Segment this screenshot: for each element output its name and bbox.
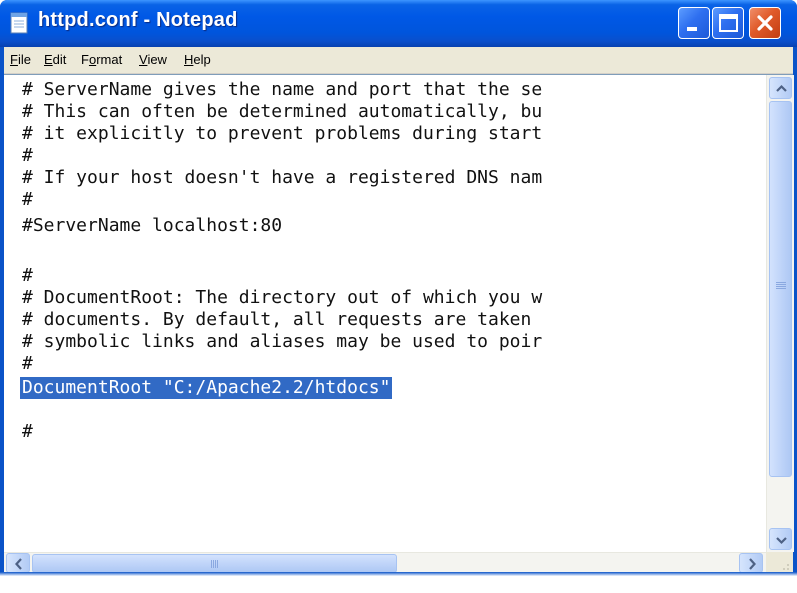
scroll-down-button[interactable] (769, 528, 792, 550)
text-line: # (22, 421, 33, 442)
text-content[interactable]: # ServerName gives the name and port tha… (4, 75, 766, 552)
minimize-icon (687, 27, 697, 31)
maximize-button[interactable] (712, 7, 744, 39)
selected-text-line[interactable]: DocumentRoot "C:/Apache2.2/htdocs" (20, 377, 393, 399)
text-line: # documents. By default, all requests ar… (22, 309, 532, 330)
editor-area[interactable]: # ServerName gives the name and port tha… (4, 74, 794, 574)
menu-bar: File Edit Format View Help (4, 47, 793, 74)
text-line: # (22, 265, 33, 286)
resize-grip-icon (783, 564, 789, 570)
close-icon (757, 15, 773, 31)
scroll-grip (211, 560, 212, 568)
arrow-down-icon (776, 537, 787, 545)
title-bar[interactable]: httpd.conf - Notepad (0, 0, 797, 47)
maximize-icon (719, 14, 738, 32)
text-line: # it explicitly to prevent problems duri… (22, 123, 543, 144)
notepad-icon[interactable] (8, 11, 30, 35)
text-line: # (22, 353, 33, 374)
arrow-right-icon (749, 558, 756, 570)
window-bottom-frame (0, 572, 797, 593)
minimize-button[interactable] (678, 7, 710, 39)
scroll-left-button[interactable] (6, 553, 30, 573)
menu-help[interactable]: Help (184, 52, 211, 67)
text-line: # If your host doesn't have a registered… (22, 167, 543, 188)
notepad-window: httpd.conf - Notepad File Edit Format Vi… (0, 0, 797, 593)
scroll-up-button[interactable] (769, 77, 792, 99)
text-line: # DocumentRoot: The directory out of whi… (22, 287, 543, 308)
scroll-right-button[interactable] (739, 553, 763, 573)
vertical-scroll-thumb[interactable] (769, 101, 792, 477)
window-title: httpd.conf - Notepad (38, 9, 238, 31)
text-line: # (22, 189, 33, 210)
vertical-scrollbar[interactable] (766, 75, 794, 552)
scroll-grip (776, 282, 786, 283)
text-line: # (22, 145, 33, 166)
horizontal-scrollbar[interactable] (4, 552, 766, 574)
close-button[interactable] (749, 7, 781, 39)
menu-edit[interactable]: Edit (44, 52, 66, 67)
text-line: # symbolic links and aliases may be used… (22, 331, 543, 352)
menu-file[interactable]: File (10, 52, 31, 67)
horizontal-scroll-thumb[interactable] (32, 554, 397, 573)
arrow-left-icon (15, 558, 22, 570)
text-line: # ServerName gives the name and port tha… (22, 79, 543, 100)
menu-view[interactable]: View (139, 52, 167, 67)
text-line: # This can often be determined automatic… (22, 101, 543, 122)
menu-format[interactable]: Format (81, 52, 122, 67)
resize-grip[interactable] (766, 552, 793, 573)
arrow-up-icon (776, 84, 787, 92)
text-line: #ServerName localhost:80 (22, 215, 283, 236)
